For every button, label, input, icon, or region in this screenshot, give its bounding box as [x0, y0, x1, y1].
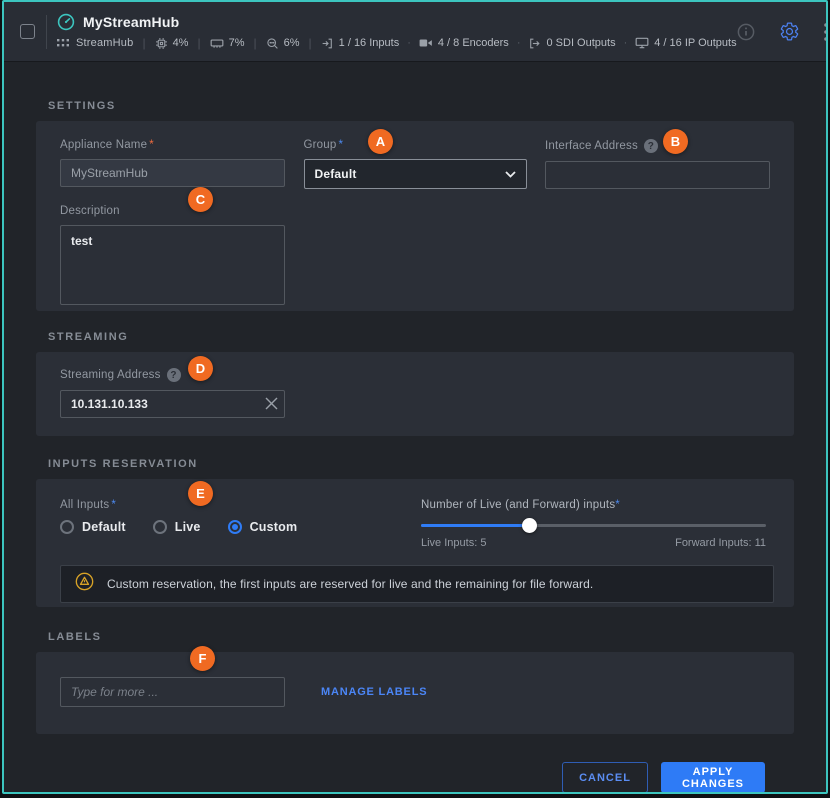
- settings-gear-icon[interactable]: [779, 21, 800, 42]
- group-label: Group: [304, 139, 337, 151]
- cpu-icon: [155, 37, 168, 50]
- appliance-summary: MyStreamHub StreamHub | 4% | 7% |: [57, 13, 737, 50]
- streaming-section-title: STREAMING: [48, 331, 794, 343]
- labels-section-title: LABELS: [48, 631, 794, 643]
- interface-address-input[interactable]: [545, 161, 770, 189]
- streaming-address-input[interactable]: [60, 390, 285, 418]
- encoders-icon: [419, 37, 433, 49]
- appliance-name-label: Appliance Name: [60, 139, 147, 151]
- slider-thumb[interactable]: [522, 518, 537, 533]
- product-name: StreamHub: [76, 37, 133, 49]
- ip-outputs-stat: 4 / 16 IP Outputs: [635, 37, 736, 49]
- all-inputs-label: All Inputs: [60, 499, 109, 511]
- appliance-name-field: Appliance Name*: [60, 139, 285, 189]
- description-label: Description: [60, 205, 120, 217]
- custom-reservation-notice: Custom reservation, the first inputs are…: [60, 565, 774, 603]
- streaming-address-help-icon[interactable]: ?: [167, 368, 181, 382]
- live-inputs-count: Live Inputs: 5: [421, 537, 486, 549]
- forward-inputs-count: Forward Inputs: 11: [675, 537, 766, 549]
- inputs-icon: [321, 37, 334, 50]
- annotation-badge-b: B: [663, 129, 688, 154]
- slider-fill: [421, 524, 529, 527]
- radio-option-live[interactable]: Live: [153, 520, 201, 534]
- labels-input[interactable]: [60, 677, 285, 707]
- annotation-badge-d: D: [188, 356, 213, 381]
- streaming-address-label: Streaming Address: [60, 369, 161, 381]
- description-textarea[interactable]: test: [60, 225, 285, 305]
- radio-live[interactable]: [153, 520, 167, 534]
- dialog-content: SETTINGS A B C Appliance Name* Group* De…: [4, 62, 826, 793]
- ip-outputs-icon: [635, 37, 649, 49]
- warning-icon: [75, 572, 94, 596]
- group-field: Group* Default: [304, 139, 527, 189]
- disk-stat: 6%: [266, 37, 300, 50]
- radio-custom[interactable]: [228, 520, 242, 534]
- dialog-footer: CANCEL APPLY CHANGES: [36, 762, 765, 793]
- annotation-badge-f: F: [190, 646, 215, 671]
- appliance-header: MyStreamHub StreamHub | 4% | 7% |: [4, 2, 826, 62]
- chevron-down-icon: [505, 165, 516, 183]
- group-select[interactable]: Default: [304, 159, 527, 189]
- select-appliance-checkbox[interactable]: [20, 24, 35, 39]
- live-inputs-slider[interactable]: [421, 524, 766, 527]
- disk-icon: [266, 37, 279, 50]
- sdi-outputs-icon: [528, 37, 541, 50]
- memory-icon: [210, 37, 224, 49]
- annotation-badge-e: E: [188, 481, 213, 506]
- encoders-stat: 4 / 8 Encoders: [419, 37, 509, 49]
- group-select-value: Default: [315, 167, 357, 181]
- live-forward-slider-field: Number of Live (and Forward) inputs* Liv…: [421, 499, 766, 549]
- apply-changes-button[interactable]: APPLY CHANGES: [661, 762, 765, 793]
- cpu-stat: 4%: [155, 37, 189, 50]
- all-inputs-field: All Inputs* Default Live Custom: [60, 499, 297, 534]
- appliance-title: MyStreamHub: [83, 14, 179, 30]
- inputs-stat: 1 / 16 Inputs: [321, 37, 400, 50]
- inputs-reservation-panel: E All Inputs* Default Live: [36, 479, 794, 607]
- cancel-button[interactable]: CANCEL: [562, 762, 648, 793]
- appliance-name-input[interactable]: [60, 159, 285, 187]
- header-actions: [737, 21, 828, 42]
- sdi-outputs-stat: 0 SDI Outputs: [528, 37, 615, 50]
- settings-panel: A B C Appliance Name* Group* Default: [36, 121, 794, 311]
- kebab-menu-icon[interactable]: [824, 23, 828, 41]
- annotation-badge-a: A: [368, 129, 393, 154]
- description-field: Description test: [60, 205, 770, 310]
- header-divider: [46, 15, 47, 49]
- clear-streaming-address-icon[interactable]: [265, 397, 278, 415]
- appliance-stats: StreamHub | 4% | 7% | 6% |: [57, 36, 737, 50]
- all-inputs-radio-group: Default Live Custom: [60, 520, 297, 534]
- info-icon[interactable]: [737, 23, 755, 41]
- appliance-status-icon: [57, 13, 75, 31]
- labels-panel: F MANAGE LABELS: [36, 652, 794, 734]
- notice-text: Custom reservation, the first inputs are…: [107, 577, 593, 591]
- interface-address-label: Interface Address: [545, 140, 638, 152]
- inputs-reservation-section-title: INPUTS RESERVATION: [48, 458, 794, 470]
- radio-option-default[interactable]: Default: [60, 520, 126, 534]
- appliance-settings-dialog: MyStreamHub StreamHub | 4% | 7% |: [2, 0, 828, 794]
- memory-stat: 7%: [210, 37, 245, 49]
- slider-label: Number of Live (and Forward) inputs: [421, 499, 615, 511]
- manage-labels-link[interactable]: MANAGE LABELS: [321, 686, 427, 698]
- radio-option-custom[interactable]: Custom: [228, 520, 298, 534]
- grid-icon: [57, 39, 69, 48]
- interface-address-help-icon[interactable]: ?: [644, 139, 658, 153]
- interface-address-field: Interface Address ?: [545, 139, 770, 189]
- radio-default[interactable]: [60, 520, 74, 534]
- settings-section-title: SETTINGS: [48, 100, 794, 112]
- annotation-badge-c: C: [188, 187, 213, 212]
- streaming-panel: D Streaming Address ?: [36, 352, 794, 436]
